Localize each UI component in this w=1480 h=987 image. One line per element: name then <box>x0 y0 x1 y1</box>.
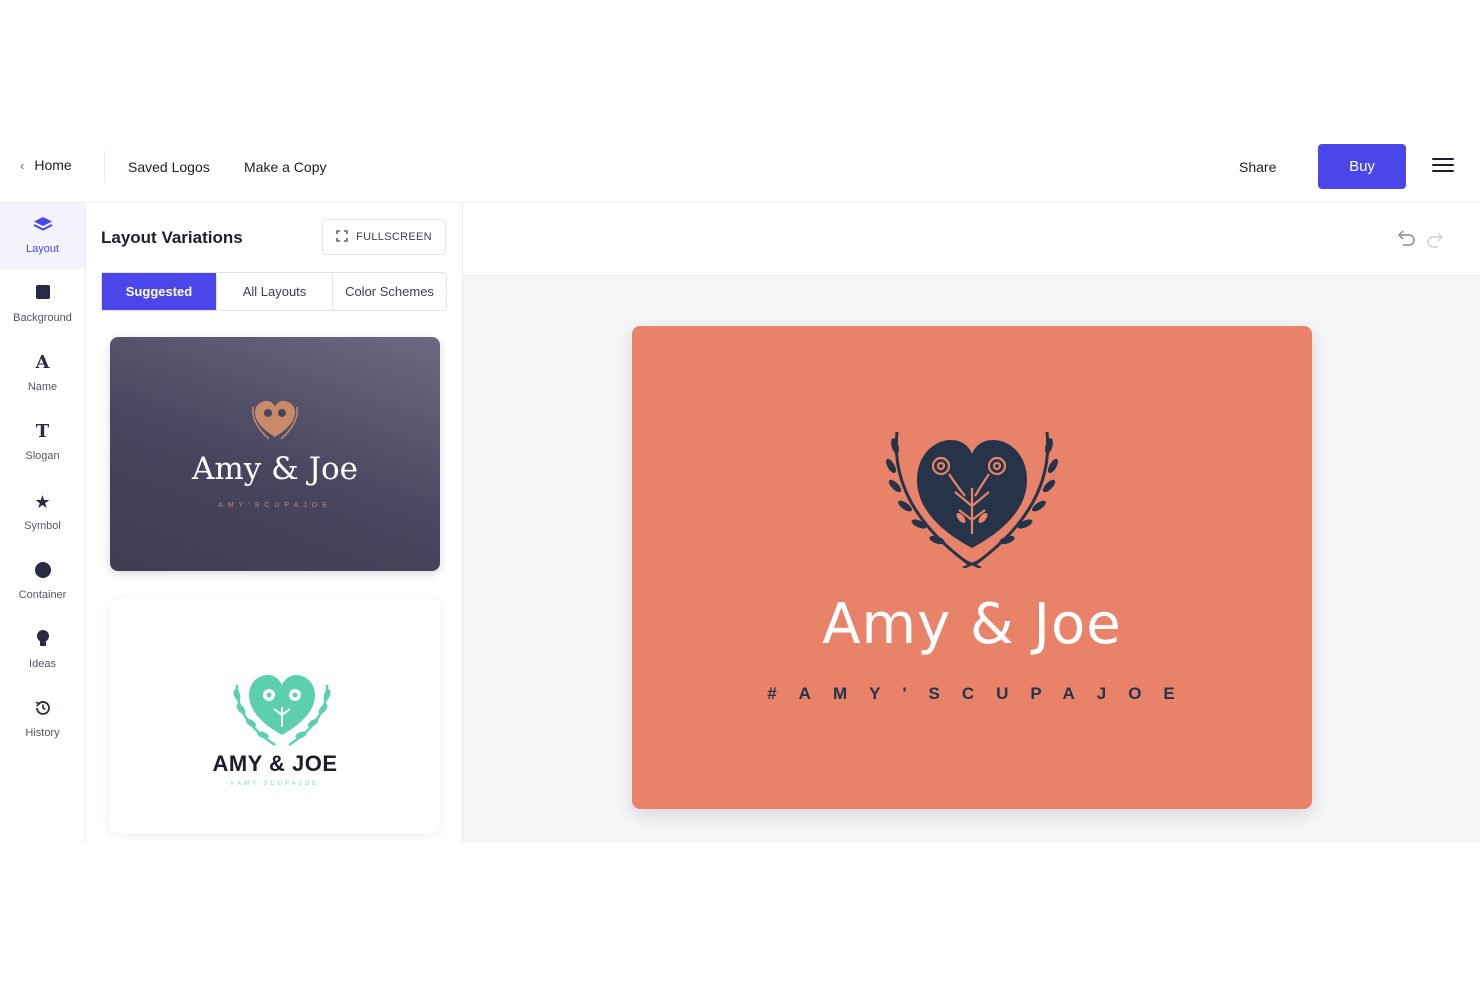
letter-t-icon: T <box>35 421 50 442</box>
layout-variation-card[interactable]: Amy & Joe AMY'SCUPAJOE <box>110 337 440 571</box>
fullscreen-button[interactable]: FULLSCREEN <box>322 219 446 255</box>
layout-variation-card[interactable]: AMY & JOE #AMY'SCUPAJOE <box>110 599 440 833</box>
buy-button[interactable]: Buy <box>1318 144 1406 189</box>
star-icon: ★ <box>34 492 51 512</box>
sidebar-item-label: Symbol <box>24 520 61 532</box>
saved-logos-link[interactable]: Saved Logos <box>128 159 210 175</box>
variation-slogan: AMY'SCUPAJOE <box>218 502 332 509</box>
sidebar-item-label: Ideas <box>29 658 56 670</box>
tab-suggested[interactable]: Suggested <box>102 273 217 310</box>
make-copy-link[interactable]: Make a Copy <box>244 159 326 175</box>
share-link[interactable]: Share <box>1239 159 1276 175</box>
redo-icon[interactable] <box>1426 229 1446 251</box>
tab-all-layouts[interactable]: All Layouts <box>217 273 333 310</box>
variation-slogan: #AMY'SCUPAJOE <box>230 781 320 787</box>
undo-icon[interactable] <box>1394 227 1418 251</box>
canvas-toolbar <box>463 203 1480 276</box>
top-bar: ‹ Home Saved Logos Make a Copy Share Buy <box>0 131 1480 203</box>
home-link[interactable]: ‹ Home <box>20 157 72 173</box>
sidebar-item-history[interactable]: History <box>0 687 85 753</box>
sidebar-item-background[interactable]: Background <box>0 272 85 338</box>
sidebar-item-ideas[interactable]: Ideas <box>0 618 85 684</box>
history-icon <box>0 699 85 719</box>
panel-title: Layout Variations <box>101 228 243 247</box>
sidebar-item-container[interactable]: Container <box>0 549 85 615</box>
letter-a-icon: A <box>35 352 50 373</box>
layout-tabs: Suggested All Layouts Color Schemes <box>101 272 447 311</box>
sidebar-item-label: Slogan <box>25 450 60 462</box>
sidebar-item-label: History <box>25 727 60 739</box>
circle-icon <box>0 561 85 581</box>
sidebar-item-slogan[interactable]: T Slogan <box>0 410 85 476</box>
app-frame: ‹ Home Saved Logos Make a Copy Share Buy… <box>0 0 1480 987</box>
variation-title: Amy & Joe <box>191 451 359 487</box>
chevron-left-icon: ‹ <box>20 157 25 173</box>
tool-sidebar: Layout Background A Name T Slogan ★ Symb… <box>0 203 86 843</box>
sidebar-item-label: Layout <box>25 243 60 255</box>
variation-title: AMY & JOE <box>212 751 338 776</box>
hamburger-menu-icon[interactable] <box>1432 158 1454 176</box>
logo-preview-canvas[interactable]: Amy & Joe #AMY'SCUPAJOE <box>632 326 1312 809</box>
sidebar-item-label: Container <box>18 589 67 601</box>
logo-title: Amy & Joe <box>822 592 1122 657</box>
sidebar-item-label: Name <box>27 381 58 393</box>
logo-slogan: #AMY'SCUPAJOE <box>767 684 1197 703</box>
layers-icon <box>0 215 85 235</box>
canvas-area: Amy & Joe #AMY'SCUPAJOE <box>463 203 1480 843</box>
heart-wreath-symbol <box>233 675 331 747</box>
tab-color-schemes[interactable]: Color Schemes <box>333 273 446 310</box>
expand-icon <box>336 229 348 245</box>
layout-variations-panel: Layout Variations FULLSCREEN Suggested A… <box>86 203 463 843</box>
fullscreen-label: FULLSCREEN <box>356 231 432 243</box>
sidebar-item-label: Background <box>13 312 72 324</box>
sidebar-item-symbol[interactable]: ★ Symbol <box>0 480 85 546</box>
lightbulb-icon <box>0 630 85 650</box>
heart-wreath-symbol <box>885 431 1059 568</box>
page-bottom-area <box>0 843 1480 987</box>
sidebar-item-layout[interactable]: Layout <box>0 203 85 269</box>
sidebar-item-name[interactable]: A Name <box>0 341 85 407</box>
nav-divider <box>104 151 105 183</box>
home-label: Home <box>34 157 72 173</box>
square-icon <box>0 284 85 304</box>
heart-wreath-symbol <box>252 401 298 440</box>
